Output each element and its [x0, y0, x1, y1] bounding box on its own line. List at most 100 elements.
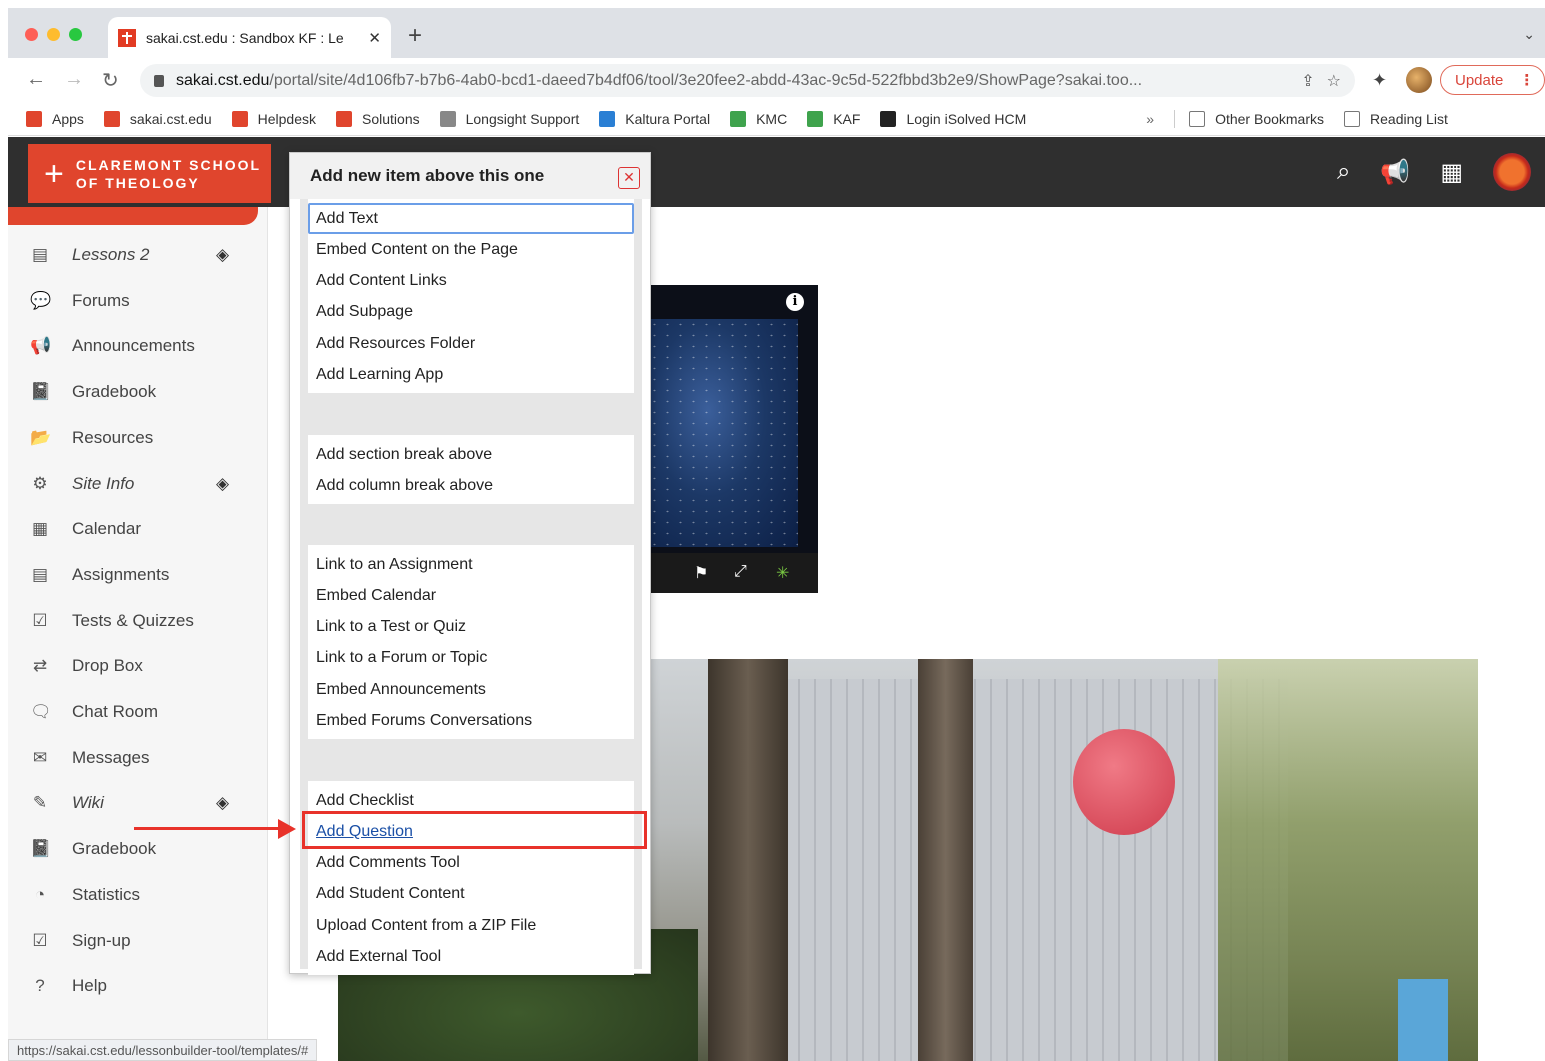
hidden-eye-icon[interactable]: ◈: [216, 793, 229, 813]
bookmark-solutions[interactable]: Solutions: [336, 110, 420, 127]
bookmark-label: Kaltura Portal: [625, 110, 711, 127]
update-label: Update: [1455, 71, 1504, 89]
reading-list[interactable]: Reading List: [1344, 110, 1448, 127]
browser-tab[interactable]: sakai.cst.edu : Sandbox KF : Le ✕: [108, 17, 391, 58]
sidebar-item-label: Help: [72, 976, 107, 996]
sidebar-item-calendar[interactable]: ▦ Calendar: [8, 507, 268, 551]
bookmark-label: Longsight Support: [465, 110, 580, 127]
browser-menu-icon[interactable]: ⋮: [1519, 71, 1534, 89]
reading-list-label: Reading List: [1370, 110, 1448, 127]
sidebar-item-announcements[interactable]: 📢 Announcements: [8, 324, 268, 368]
active-tool-highlight[interactable]: [8, 207, 258, 225]
kaltura-logo-icon[interactable]: ✳: [776, 563, 789, 583]
notifications-megaphone-icon[interactable]: 📢: [1380, 158, 1410, 187]
url-path: /portal/site/4d106fb7-b7b6-4ab0-bcd1-dae…: [269, 71, 1143, 89]
bookmark-apps[interactable]: Apps: [26, 110, 84, 127]
sidebar-item-statistics[interactable]: ◔ Statistics: [8, 873, 268, 917]
bookmark-label: Solutions: [362, 110, 420, 127]
address-bar[interactable]: sakai.cst.edu/portal/site/4d106fb7-b7b6-…: [140, 64, 1355, 97]
profile-avatar[interactable]: [1406, 67, 1432, 93]
other-bookmarks-folder[interactable]: Other Bookmarks: [1189, 110, 1324, 127]
embedded-video-player[interactable]: i ⚑ ⤢ ✳: [648, 285, 818, 593]
sidebar-item-messages[interactable]: ✉ Messages: [8, 736, 268, 780]
more-bookmarks-chevron-icon[interactable]: »: [1146, 111, 1154, 127]
tab-title: sakai.cst.edu : Sandbox KF : Le: [146, 29, 344, 46]
sidebar-item-forums[interactable]: 💬 Forums: [8, 279, 268, 323]
update-button[interactable]: Update ⋮: [1440, 65, 1545, 95]
menu-item-embed-content-on-the-page[interactable]: Embed Content on the Page: [308, 234, 634, 265]
sidebar-item-label: Statistics: [72, 884, 141, 904]
apps-grid-icon[interactable]: ▦: [1440, 158, 1463, 187]
bookmark-longsight-support[interactable]: Longsight Support: [439, 110, 580, 127]
wiki-icon: ✎: [32, 793, 48, 813]
bookmarks-divider: [1174, 109, 1176, 128]
menu-item-embed-calendar[interactable]: Embed Calendar: [308, 580, 634, 611]
bookmark-kmc[interactable]: KMC: [730, 110, 787, 127]
sidebar-item-drop-box[interactable]: ⇄ Drop Box: [8, 644, 268, 688]
menu-item-add-external-tool[interactable]: Add External Tool: [308, 942, 634, 973]
user-avatar[interactable]: [1493, 153, 1531, 191]
menu-item-add-learning-app[interactable]: Add Learning App: [308, 360, 634, 391]
forward-arrow-icon[interactable]: →: [64, 68, 84, 91]
menu-item-embed-announcements[interactable]: Embed Announcements: [308, 674, 634, 705]
bookmark-kaltura-portal[interactable]: Kaltura Portal: [599, 110, 711, 127]
sidebar-item-resources[interactable]: 📂 Resources: [8, 416, 268, 460]
sidebar-item-gradebook[interactable]: 📓 Gradebook: [8, 370, 268, 414]
hidden-eye-icon[interactable]: ◈: [216, 474, 229, 494]
menu-item-add-content-links[interactable]: Add Content Links: [308, 266, 634, 297]
menu-item-add-subpage[interactable]: Add Subpage: [308, 297, 634, 328]
fullscreen-icon[interactable]: ⤢: [734, 563, 747, 581]
bookmark-sakai-cst-edu[interactable]: sakai.cst.edu: [103, 110, 212, 127]
menu-item-add-student-content[interactable]: Add Student Content: [308, 879, 634, 910]
school-logo[interactable]: + CLAREMONT SCHOOL OF THEOLOGY: [28, 144, 271, 203]
menu-item-embed-forums-conversations[interactable]: Embed Forums Conversations: [308, 706, 634, 737]
signup-icon: ☑: [32, 930, 48, 950]
bookmark-label: Login iSolved HCM: [906, 110, 1027, 127]
menu-item-upload-content-from-a-zip-file[interactable]: Upload Content from a ZIP File: [308, 910, 634, 941]
sidebar-item-gradebook[interactable]: 📓 Gradebook: [8, 827, 268, 871]
video-controls: ⚑ ⤢ ✳: [648, 553, 818, 593]
menu-item-add-column-break-above[interactable]: Add column break above: [308, 470, 634, 501]
sidebar-item-lessons-2[interactable]: ▤ Lessons 2 ◈: [8, 233, 268, 277]
menu-item-link-to-a-test-or-quiz[interactable]: Link to a Test or Quiz: [308, 612, 634, 643]
sidebar-item-sign-up[interactable]: ☑ Sign-up: [8, 919, 268, 963]
bookmark-star-icon[interactable]: ☆: [1327, 71, 1341, 91]
bookmark-kaf[interactable]: KAF: [807, 110, 860, 127]
sidebar-item-assignments[interactable]: ▤ Assignments: [8, 553, 268, 597]
sidebar-item-label: Messages: [72, 747, 150, 767]
sidebar-item-help[interactable]: ? Help: [8, 964, 268, 1008]
menu-item-add-section-break-above[interactable]: Add section break above: [308, 439, 634, 470]
menu-item-link-to-a-forum-or-topic[interactable]: Link to a Forum or Topic: [308, 643, 634, 674]
sidebar-item-chat-room[interactable]: 🗨 Chat Room: [8, 690, 268, 734]
sidebar-item-tests-quizzes[interactable]: ☑ Tests & Quizzes: [8, 599, 268, 643]
close-window-button[interactable]: [25, 28, 38, 41]
reload-icon[interactable]: ↻: [102, 68, 119, 93]
menu-item-add-resources-folder[interactable]: Add Resources Folder: [308, 328, 634, 359]
tab-search-icon[interactable]: ⌄: [1523, 26, 1535, 43]
sakai-app: + CLAREMONT SCHOOL OF THEOLOGY ⌕ 📢 ▦ ▤ Le…: [8, 137, 1545, 1061]
hidden-eye-icon[interactable]: ◈: [216, 245, 229, 265]
menu-item-link-to-an-assignment[interactable]: Link to an Assignment: [308, 549, 634, 580]
close-icon[interactable]: ✕: [618, 167, 640, 189]
share-icon[interactable]: ⇪: [1301, 71, 1314, 91]
back-arrow-icon[interactable]: ←: [26, 68, 46, 91]
sidebar-item-wiki[interactable]: ✎ Wiki ◈: [8, 781, 268, 825]
login-isolved-hcm-favicon-icon: [880, 110, 897, 127]
tab-close-icon[interactable]: ✕: [368, 29, 381, 47]
new-tab-button[interactable]: +: [408, 22, 422, 50]
calendar-icon: ▦: [31, 519, 49, 539]
search-icon[interactable]: ⌕: [1337, 158, 1350, 186]
extensions-puzzle-icon[interactable]: ✦: [1372, 70, 1387, 91]
minimize-window-button[interactable]: [47, 28, 60, 41]
menu-item-add-comments-tool[interactable]: Add Comments Tool: [308, 848, 634, 879]
maximize-window-button[interactable]: [69, 28, 82, 41]
annotation-arrow: [134, 827, 280, 830]
sidebar-item-label: Assignments: [72, 564, 170, 584]
sidebar-item-site-info[interactable]: ⚙ Site Info ◈: [8, 462, 268, 506]
bookmark-helpdesk[interactable]: Helpdesk: [231, 110, 316, 127]
sidebar-item-label: Chat Room: [72, 702, 158, 721]
flag-icon[interactable]: ⚑: [694, 563, 708, 583]
bookmark-login-isolved-hcm[interactable]: Login iSolved HCM: [880, 110, 1027, 127]
info-icon[interactable]: i: [786, 293, 804, 311]
menu-item-add-text[interactable]: Add Text: [308, 203, 634, 234]
